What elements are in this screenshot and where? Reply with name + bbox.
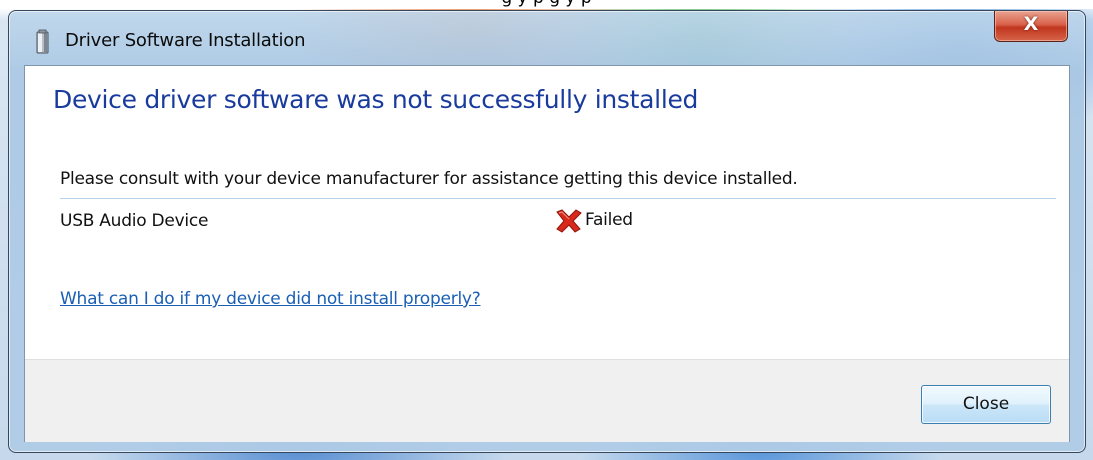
clipped-background-text: g y p g y p [0,0,1093,8]
background-window-strip: g y p g y p [0,0,1093,9]
window-close-button[interactable]: X [994,11,1068,42]
driver-package-icon [36,29,49,54]
dialog-message: Please consult with your device manufact… [60,169,798,189]
divider [60,198,1056,199]
close-icon: X [1023,13,1039,35]
status-text: Failed [585,210,633,230]
help-link[interactable]: What can I do if my device did not insta… [60,289,481,309]
dialog-window: Driver Software Installation X Device dr… [8,10,1086,453]
title-bar[interactable]: Driver Software Installation X [9,11,1085,65]
dialog-footer: Close [25,359,1069,442]
window-title: Driver Software Installation [65,30,306,51]
dialog-heading: Device driver software was not successfu… [53,85,699,114]
device-name: USB Audio Device [60,211,209,231]
red-x-icon [556,209,582,233]
dialog-content: Device driver software was not successfu… [24,65,1070,442]
close-button[interactable]: Close [921,385,1051,424]
